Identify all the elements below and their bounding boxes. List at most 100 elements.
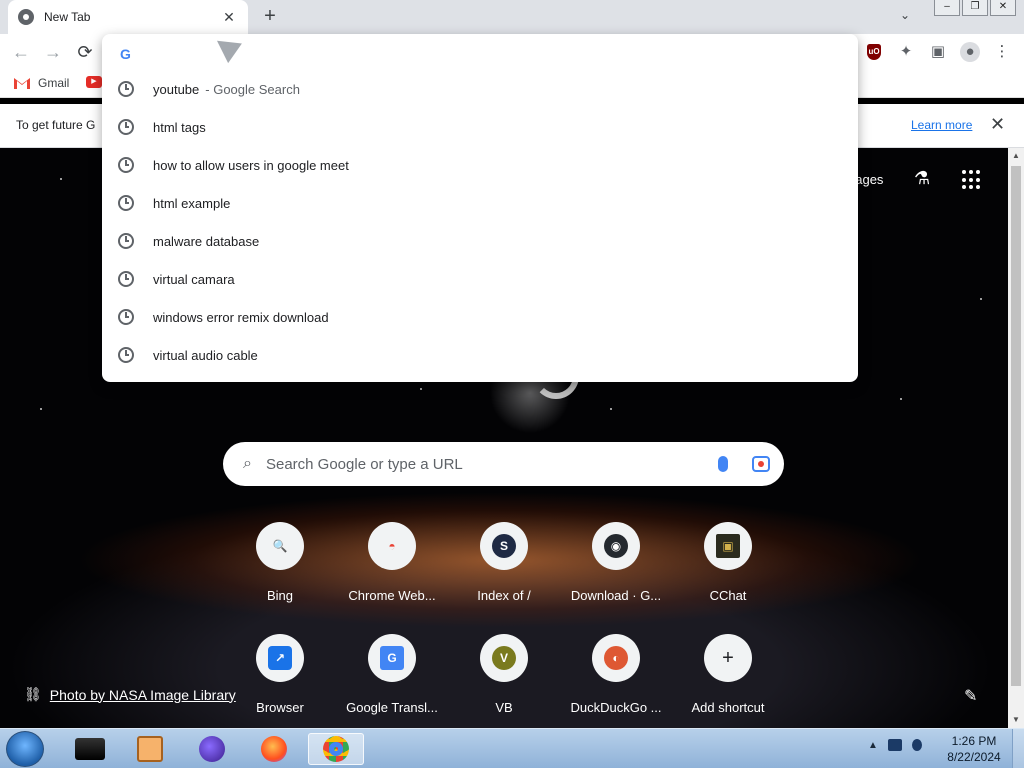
- forward-button[interactable]: →: [42, 41, 64, 63]
- tray-expand-arrow-icon[interactable]: ▲: [868, 740, 878, 751]
- history-clock-icon: [118, 119, 134, 135]
- new-tab-button[interactable]: +: [258, 5, 282, 29]
- bing-icon: 🔍: [272, 539, 288, 553]
- shortcut-label: Bing: [266, 588, 294, 603]
- photo-credit-text: Photo by NASA Image Library: [49, 686, 236, 703]
- youtube-icon: ▶: [86, 76, 102, 88]
- history-clock-icon: [118, 157, 134, 173]
- shortcut-bing[interactable]: 🔍 Bing: [224, 518, 336, 630]
- suggestion-item[interactable]: youtube - Google Search: [102, 70, 858, 108]
- labs-flask-icon[interactable]: ⚗: [914, 168, 930, 189]
- taskbar-app-firefox-nightly[interactable]: [184, 733, 240, 765]
- voice-search-icon[interactable]: [718, 456, 728, 472]
- ublock-extension-icon[interactable]: uO: [867, 44, 881, 60]
- shortcut-icon-circle: ◉: [592, 522, 640, 570]
- shortcut-github-download[interactable]: ◉ Download · G...: [560, 518, 672, 630]
- omnibox-input[interactable]: G: [120, 44, 136, 64]
- gmail-icon: [14, 77, 30, 89]
- shortcut-label: CChat: [709, 588, 747, 603]
- shortcut-cchat[interactable]: ▣ CChat: [672, 518, 784, 630]
- side-panel-icon[interactable]: ▣: [928, 42, 948, 62]
- taskbar-clock[interactable]: 1:26 PM 8/22/2024: [940, 733, 1008, 765]
- shortcut-chrome-web-store[interactable]: ◓ Chrome Web...: [336, 518, 448, 630]
- add-icon: +: [722, 646, 734, 669]
- shortcut-label: Download · G...: [570, 588, 662, 603]
- volume-icon[interactable]: [911, 739, 922, 751]
- index-of-icon: S: [492, 534, 516, 558]
- customize-pencil-icon[interactable]: ✎: [964, 686, 977, 706]
- show-desktop-button[interactable]: [1012, 729, 1024, 768]
- suggestion-item[interactable]: html tags: [102, 108, 858, 146]
- search-placeholder[interactable]: Search Google or type a URL: [266, 456, 718, 473]
- browser-icon: ↗: [268, 646, 292, 670]
- reload-button[interactable]: ⟳: [74, 41, 96, 63]
- info-bar-close-icon[interactable]: ✕: [990, 114, 1005, 135]
- learn-more-link[interactable]: Learn more: [911, 118, 972, 132]
- shortcut-vb[interactable]: V VB: [448, 630, 560, 728]
- shortcut-icon-circle: 🔍: [256, 522, 304, 570]
- page-scrollbar[interactable]: ▲ ▼: [1008, 148, 1024, 728]
- shortcut-label: Add shortcut: [691, 700, 765, 715]
- taskbar-app-terminal[interactable]: [62, 733, 118, 765]
- taskbar-app-chrome[interactable]: [308, 733, 364, 765]
- shortcut-label: VB: [495, 700, 513, 715]
- close-window-button[interactable]: ✕: [990, 0, 1016, 16]
- media-player-icon: [137, 736, 163, 762]
- taskbar-app-media-player[interactable]: [122, 733, 178, 765]
- maximize-button[interactable]: ❐: [962, 0, 988, 16]
- tab-search-icon[interactable]: ⌄: [895, 8, 915, 26]
- scroll-down-arrow-icon[interactable]: ▼: [1008, 712, 1024, 728]
- tab-new-tab[interactable]: New Tab ✕: [8, 0, 248, 34]
- scroll-up-arrow-icon[interactable]: ▲: [1008, 148, 1024, 164]
- shortcut-browser[interactable]: ↗ Browser: [224, 630, 336, 728]
- shortcut-label: DuckDuckGo ...: [570, 700, 662, 715]
- shortcut-label: Google Transl...: [346, 700, 438, 715]
- shortcut-icon-circle: ◓: [368, 522, 416, 570]
- chrome-web-store-icon: ◓: [388, 539, 396, 553]
- tab-close-icon[interactable]: ✕: [220, 9, 238, 26]
- ntp-search-box[interactable]: ⌕ Search Google or type a URL: [223, 442, 784, 486]
- shortcut-label: Chrome Web...: [348, 588, 436, 603]
- terminal-icon: [75, 738, 105, 760]
- windows-taskbar: ▲ 1:26 PM 8/22/2024: [0, 728, 1024, 768]
- suggestion-item[interactable]: virtual audio cable: [102, 336, 858, 374]
- suggestion-item[interactable]: how to allow users in google meet: [102, 146, 858, 184]
- profile-avatar-icon[interactable]: ●: [960, 42, 980, 62]
- google-lens-icon[interactable]: [752, 456, 770, 472]
- shortcut-index-of[interactable]: S Index of /: [448, 518, 560, 630]
- shortcut-google-translate[interactable]: G Google Transl...: [336, 630, 448, 728]
- suggestion-text: how to allow users in google meet: [153, 157, 349, 173]
- extensions-icon[interactable]: ✦: [896, 42, 916, 62]
- duckduckgo-icon: ◐: [604, 646, 628, 670]
- start-button[interactable]: [6, 731, 44, 767]
- tab-title: New Tab: [44, 10, 91, 24]
- taskbar-app-firefox[interactable]: [246, 733, 302, 765]
- bookmark-youtube[interactable]: ▶: [86, 76, 102, 88]
- suggestion-text: windows error remix download: [153, 309, 329, 325]
- shortcut-icon-circle: ↗: [256, 634, 304, 682]
- scroll-thumb[interactable]: [1011, 166, 1021, 686]
- back-button[interactable]: ←: [10, 41, 32, 63]
- history-clock-icon: [118, 81, 134, 97]
- suggestion-description: - Google Search: [205, 81, 300, 97]
- google-apps-icon[interactable]: [962, 170, 982, 190]
- shortcut-icon-circle: +: [704, 634, 752, 682]
- minimize-button[interactable]: –: [934, 0, 960, 16]
- photo-credit-link[interactable]: ⛓ Photo by NASA Image Library: [24, 686, 236, 703]
- suggestion-text: virtual camara: [153, 271, 235, 287]
- suggestion-text: malware database: [153, 233, 260, 249]
- suggestion-item[interactable]: windows error remix download: [102, 298, 858, 336]
- suggestion-item[interactable]: virtual camara: [102, 260, 858, 298]
- shortcut-duckduckgo[interactable]: ◐ DuckDuckGo ...: [560, 630, 672, 728]
- browser-menu-icon[interactable]: ⋮: [992, 42, 1012, 62]
- network-icon[interactable]: [887, 739, 902, 751]
- suggestion-item[interactable]: html example: [102, 184, 858, 222]
- bookmark-gmail[interactable]: Gmail: [14, 76, 69, 90]
- suggestion-item[interactable]: malware database: [102, 222, 858, 260]
- omnibox-dropdown: G youtube - Google Search html tags how …: [102, 34, 858, 382]
- history-clock-icon: [118, 309, 134, 325]
- search-icon: ⌕: [243, 455, 252, 472]
- clock-time: 1:26 PM: [951, 734, 997, 748]
- history-clock-icon: [118, 271, 134, 287]
- shortcut-add[interactable]: + Add shortcut: [672, 630, 784, 728]
